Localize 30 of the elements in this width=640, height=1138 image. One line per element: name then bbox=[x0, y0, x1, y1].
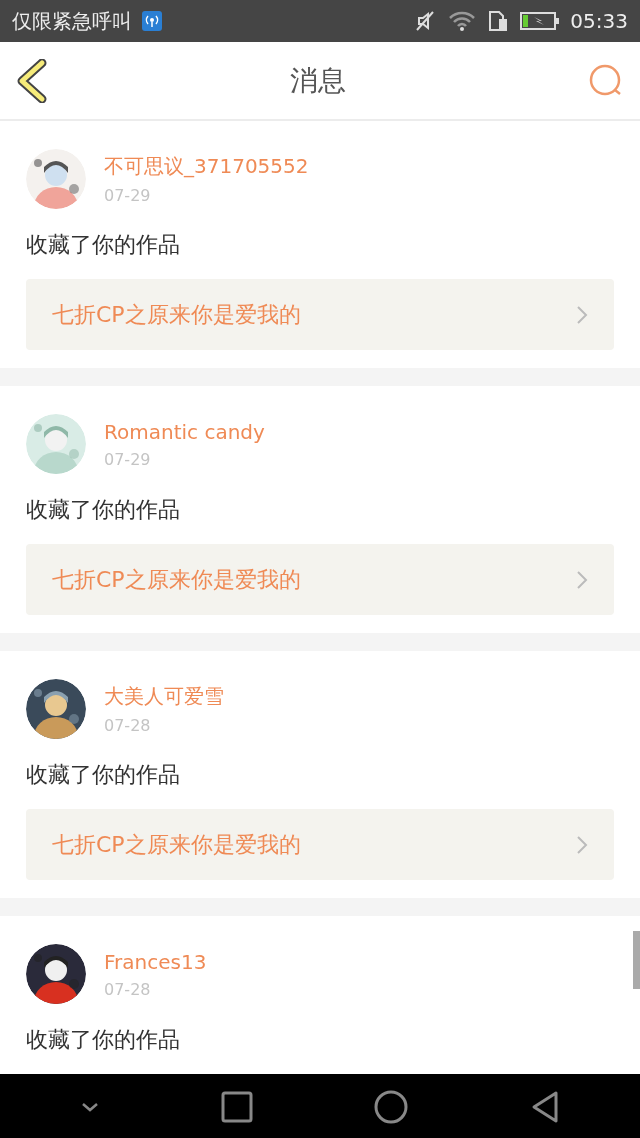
page-title: 消息 bbox=[289, 62, 347, 99]
message-text: 收藏了你的作品 bbox=[26, 496, 181, 524]
mute-icon bbox=[414, 10, 437, 32]
user-name[interactable]: Frances13 bbox=[104, 949, 207, 974]
user-name[interactable]: 大美人可爱雪 bbox=[104, 683, 224, 710]
work-link[interactable]: 七折CP之原来你是爱我的 bbox=[26, 809, 614, 880]
chevron-right-icon bbox=[576, 304, 588, 325]
message-date: 07-29 bbox=[104, 186, 152, 205]
back-icon[interactable] bbox=[16, 58, 48, 103]
hotspot-icon bbox=[142, 11, 162, 31]
work-link[interactable]: 七折CP之原来你是爱我的 bbox=[26, 279, 614, 350]
status-text: 仅限紧急呼叫 bbox=[12, 7, 132, 35]
scrollbar bbox=[633, 931, 640, 989]
user-name[interactable]: 不可思议_371705552 bbox=[104, 153, 309, 180]
message-text: 收藏了你的作品 bbox=[26, 231, 181, 259]
chevron-right-icon bbox=[576, 834, 588, 855]
wifi-icon bbox=[448, 10, 477, 32]
message-date: 07-29 bbox=[104, 449, 152, 469]
message-date: 07-28 bbox=[104, 979, 152, 999]
recents-icon[interactable] bbox=[220, 1090, 253, 1123]
home-icon[interactable] bbox=[373, 1088, 410, 1125]
clock: 05:33 bbox=[570, 9, 628, 33]
chevron-right-icon bbox=[576, 569, 588, 590]
user-name[interactable]: Romantic candy bbox=[104, 419, 265, 444]
message-date: 07-28 bbox=[104, 716, 152, 735]
work-link[interactable]: 七折CP之原来你是爱我的 bbox=[26, 544, 614, 615]
message-text: 收藏了你的作品 bbox=[26, 761, 181, 789]
message-text: 收藏了你的作品 bbox=[26, 1026, 181, 1054]
battery-icon bbox=[520, 11, 561, 31]
sim-icon bbox=[488, 10, 509, 32]
